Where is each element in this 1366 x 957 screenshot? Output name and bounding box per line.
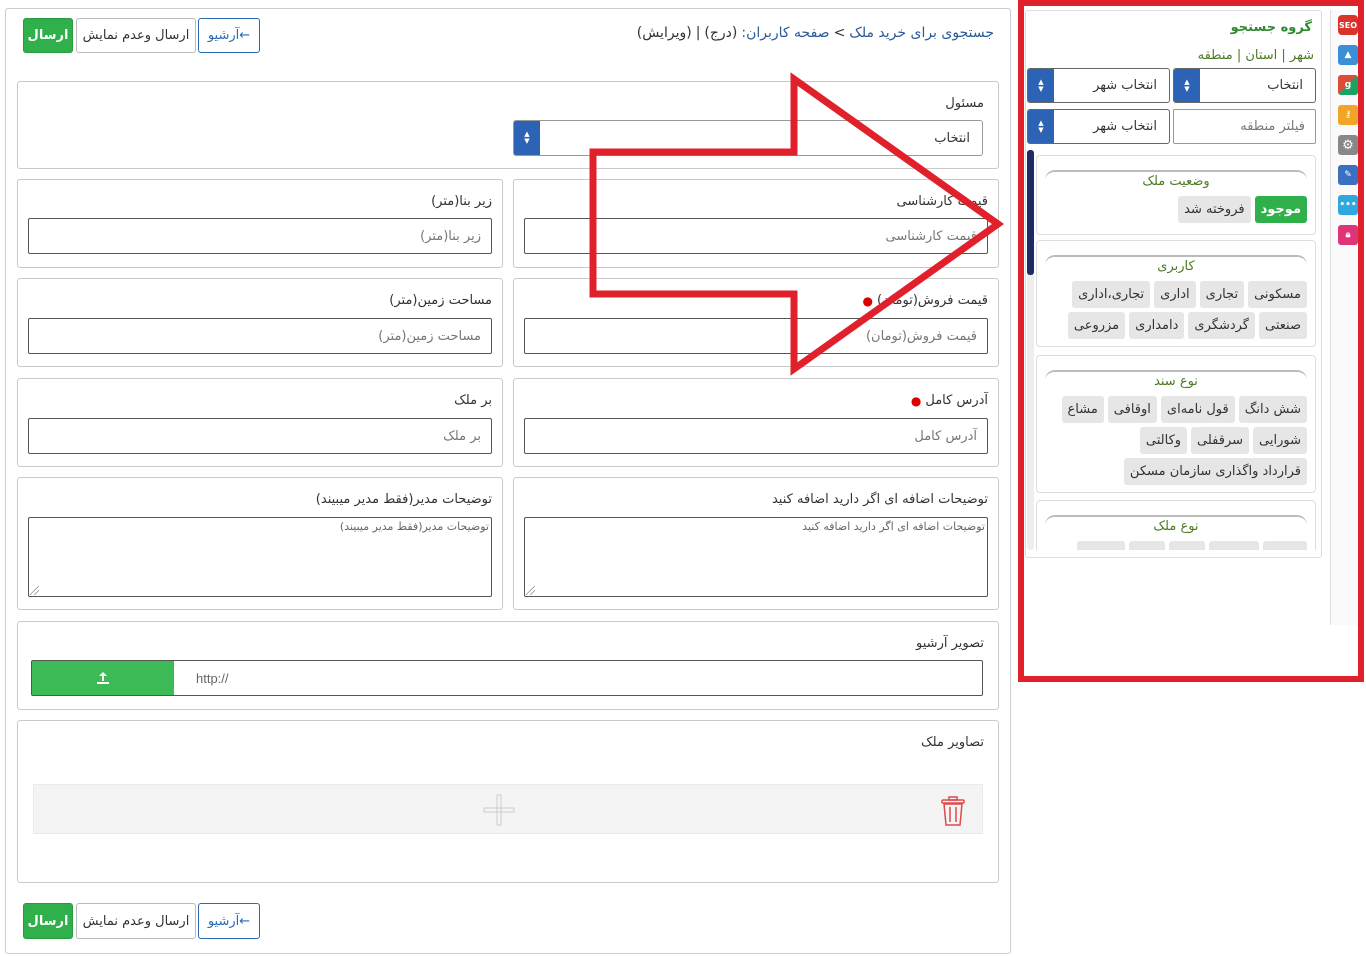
annotation-highlight-box xyxy=(1018,0,1364,682)
breadcrumb: جستجوی برای خرید ملک > صفحه کاربران: (در… xyxy=(637,22,994,44)
breadcrumb-separator: > xyxy=(833,25,846,41)
breadcrumb-insert[interactable]: (درج) xyxy=(704,25,737,41)
send-hide-button-bottom[interactable]: ارسال وعدم نمایش xyxy=(76,903,196,939)
archive-button-top[interactable]: آرشیو← xyxy=(198,18,260,53)
breadcrumb-edit[interactable]: (ویرایش) xyxy=(637,25,692,41)
page: ارسال ارسال وعدم نمایش آرشیو← جستجوی برا… xyxy=(0,0,1366,957)
archive-url-input[interactable]: http:// xyxy=(31,660,983,696)
archive-button-bottom[interactable]: آرشیو← xyxy=(198,903,260,939)
resize-grip-icon[interactable] xyxy=(30,586,39,595)
add-plus-icon[interactable] xyxy=(483,794,515,826)
breadcrumb-main[interactable]: جستجوی برای خرید ملک xyxy=(849,25,994,41)
send-button-top[interactable]: ارسال xyxy=(23,18,73,53)
trash-icon[interactable] xyxy=(940,796,966,826)
property-images-panel: تصاویر ملک xyxy=(17,720,999,883)
resize-grip-icon[interactable] xyxy=(526,586,535,595)
breadcrumb-page[interactable]: صفحه کاربران: xyxy=(741,25,829,41)
upload-icon xyxy=(97,672,109,684)
breadcrumb-pipe: | xyxy=(695,25,701,41)
image-dropzone[interactable] xyxy=(33,784,983,834)
archive-image-label: تصویر آرشیو xyxy=(916,636,984,651)
upload-button[interactable] xyxy=(32,661,174,695)
send-button-bottom[interactable]: ارسال xyxy=(23,903,73,939)
archive-image-panel: تصویر آرشیو http:// xyxy=(17,621,999,710)
archive-url-placeholder: http:// xyxy=(196,670,229,686)
property-images-label: تصاویر ملک xyxy=(921,735,984,750)
send-hide-button-top[interactable]: ارسال وعدم نمایش xyxy=(76,18,196,53)
